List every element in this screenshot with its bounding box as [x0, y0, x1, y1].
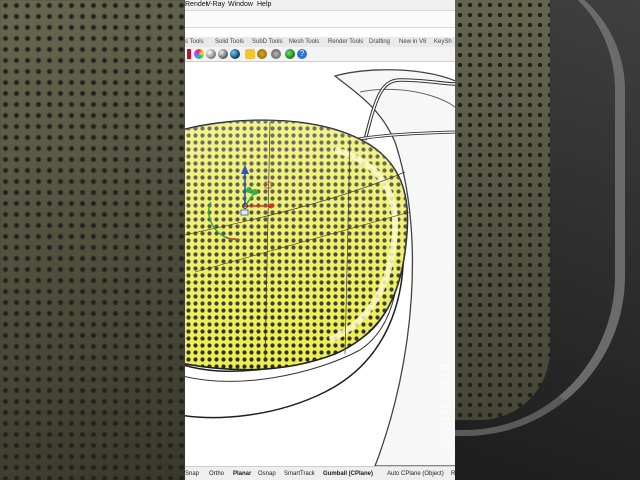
menu-vray[interactable]: V-Ray — [206, 0, 225, 9]
blurred-background-right — [455, 0, 640, 480]
tab-solid-tools[interactable]: Solid Tools — [215, 38, 244, 46]
watermark: @DUTERO.UI — [438, 364, 453, 448]
tab-subd-tools[interactable]: SubD Tools — [252, 38, 283, 46]
status-auto-cplane[interactable]: Auto CPlane (Object) — [387, 470, 444, 478]
ok-icon[interactable] — [285, 49, 295, 59]
tab-render-tools[interactable]: Render Tools — [328, 38, 363, 46]
status-bar: Snap Ortho Planar Osnap SmartTrack Gumba… — [185, 466, 455, 480]
tab-partial[interactable]: s Tools — [185, 38, 204, 46]
menu-render[interactable]: Render — [185, 0, 208, 9]
settings-icon[interactable] — [271, 49, 281, 59]
menu-window[interactable]: Window — [228, 0, 253, 9]
material-sphere-icon[interactable] — [218, 49, 228, 59]
render-sphere-icon[interactable] — [206, 49, 216, 59]
help-icon[interactable]: ? — [297, 49, 307, 59]
tab-drafting[interactable]: Drafting — [369, 38, 390, 46]
environment-icon[interactable] — [230, 49, 240, 59]
status-gumball[interactable]: Gumball (CPlane) — [323, 470, 373, 478]
light-icon[interactable] — [245, 49, 255, 59]
toolbar-edge-icon[interactable] — [187, 49, 191, 59]
render-toolbar: ? — [185, 47, 455, 62]
tab-keyshot[interactable]: KeySh — [434, 38, 452, 46]
status-more[interactable]: R — [451, 470, 455, 478]
rhino-window: Render V-Ray Window Help s Tools Solid T… — [185, 0, 455, 480]
status-planar[interactable]: Planar — [233, 470, 251, 478]
tab-new-in-v8[interactable]: New in V8 — [399, 38, 426, 46]
perspective-viewport[interactable] — [185, 62, 455, 466]
menu-bar: Render V-Ray Window Help — [185, 0, 455, 11]
blurred-background-left — [0, 0, 185, 480]
status-snap[interactable]: Snap — [185, 470, 199, 478]
command-line[interactable] — [185, 11, 455, 28]
sun-icon[interactable] — [257, 49, 267, 59]
status-osnap[interactable]: Osnap — [258, 470, 276, 478]
menu-help[interactable]: Help — [257, 0, 271, 9]
svg-text:@DUTERO.UI: @DUTERO.UI — [438, 364, 453, 448]
status-ortho[interactable]: Ortho — [209, 470, 224, 478]
viewport-scene — [185, 69, 455, 466]
blurred-mouse-rim — [455, 0, 625, 436]
status-smarttrack[interactable]: SmartTrack — [284, 470, 315, 478]
color-wheel-icon[interactable] — [194, 49, 204, 59]
tab-mesh-tools[interactable]: Mesh Tools — [289, 38, 319, 46]
